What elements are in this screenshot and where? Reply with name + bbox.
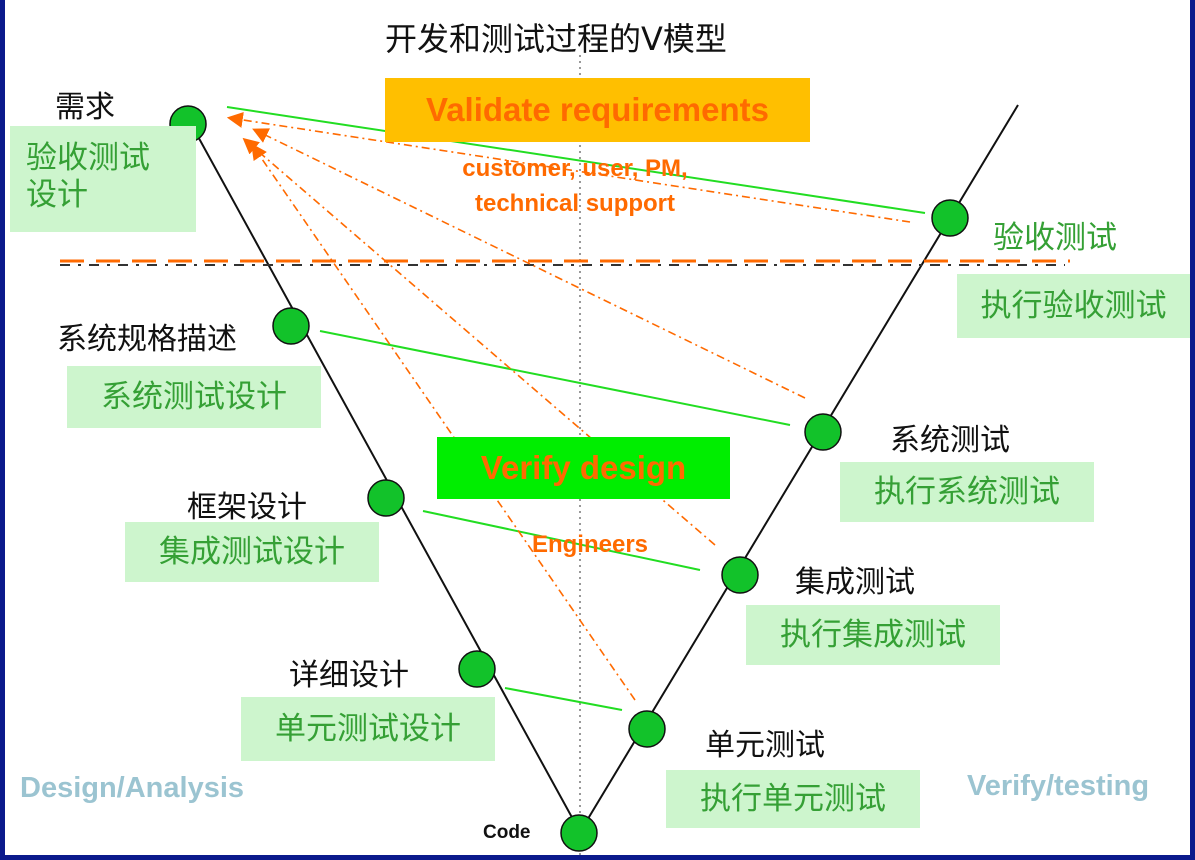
stage-label-integration-test: 集成测试: [795, 565, 915, 600]
design-box-system: 系统测试设计: [67, 366, 321, 428]
node-unit-test: [628, 710, 666, 748]
node-integration-test: [721, 556, 759, 594]
stage-label-system-test: 系统测试: [890, 423, 1010, 458]
validate-requirements-box: Validate requirements: [385, 78, 810, 142]
test-box-integration: 执行集成测试: [746, 605, 1000, 665]
stage-label-requirements: 需求: [55, 90, 115, 125]
stage-label-system-spec: 系统规格描述: [57, 322, 237, 357]
verify-design-box: Verify design: [437, 437, 730, 499]
design-box-acceptance: 验收测试 设计: [10, 126, 196, 232]
validate-note-line-1: customer, user, PM,: [462, 155, 688, 182]
design-box-integration: 集成测试设计: [125, 522, 379, 582]
code-label: Code: [483, 822, 531, 843]
stage-label-unit-test: 单元测试: [705, 728, 825, 763]
stage-label-acceptance-test: 验收测试: [993, 220, 1117, 256]
node-system-spec: [272, 307, 310, 345]
test-box-unit: 执行单元测试: [666, 770, 920, 828]
page-title: 开发和测试过程的V模型: [385, 20, 727, 58]
validate-note: customer, user, PM, technical support: [425, 152, 725, 222]
node-detail-design: [458, 650, 496, 688]
diagram-canvas: 开发和测试过程的V模型 Validate requirements custom…: [5, 0, 1190, 855]
verify-testing-label: Verify/testing: [967, 770, 1150, 802]
node-architecture: [367, 479, 405, 517]
engineers-note: Engineers: [531, 531, 649, 558]
validate-note-line-2: technical support: [474, 189, 676, 217]
node-acceptance-test: [931, 199, 969, 237]
link-unit: [504, 687, 623, 711]
link-system: [319, 330, 791, 426]
node-code: [560, 814, 598, 852]
test-box-system: 执行系统测试: [840, 462, 1094, 522]
stage-label-detail-design: 详细设计: [289, 658, 409, 693]
design-box-unit: 单元测试设计: [241, 697, 495, 761]
test-box-acceptance: 执行验收测试: [957, 274, 1190, 338]
node-system-test: [804, 413, 842, 451]
stage-label-architecture: 框架设计: [187, 490, 307, 525]
design-analysis-label: Design/Analysis: [20, 772, 245, 804]
